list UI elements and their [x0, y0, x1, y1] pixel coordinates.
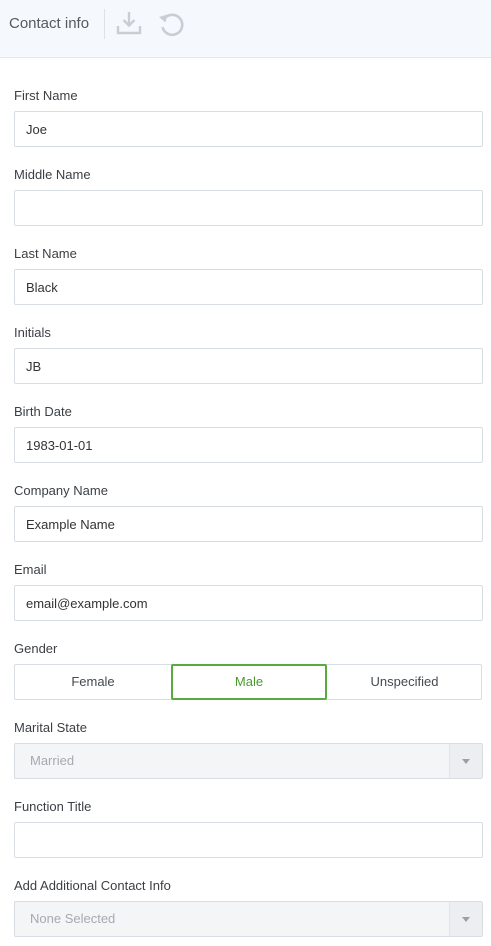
birth-date-label: Birth Date — [14, 404, 72, 419]
additional-contact-info-value: None Selected — [30, 911, 116, 926]
gender-option-unspecified[interactable]: Unspecified — [327, 664, 482, 700]
first-name-input[interactable] — [14, 111, 483, 147]
marital-state-dropdown-button[interactable] — [449, 744, 482, 778]
additional-contact-info-select[interactable]: None Selected — [14, 901, 483, 937]
additional-contact-info-label: Add Additional Contact Info — [14, 878, 171, 893]
header-divider — [104, 9, 105, 39]
birth-date-input[interactable] — [14, 427, 483, 463]
first-name-label: First Name — [14, 88, 78, 103]
function-title-input[interactable] — [14, 822, 483, 858]
caret-down-icon — [462, 759, 470, 764]
marital-state-label: Marital State — [14, 720, 87, 735]
initials-input[interactable] — [14, 348, 483, 384]
last-name-label: Last Name — [14, 246, 77, 261]
marital-state-value: Married — [30, 753, 75, 768]
function-title-label: Function Title — [14, 799, 92, 814]
last-name-input[interactable] — [14, 269, 483, 305]
company-name-label: Company Name — [14, 483, 108, 498]
email-input[interactable] — [14, 585, 483, 621]
gender-toggle-group: Female Male Unspecified — [14, 664, 482, 700]
gender-label: Gender — [14, 641, 58, 656]
initials-label: Initials — [14, 325, 51, 340]
panel-title: Contact info — [9, 15, 90, 32]
download-icon[interactable] — [114, 8, 144, 38]
undo-icon[interactable] — [156, 8, 186, 38]
caret-down-icon — [462, 917, 470, 922]
middle-name-input[interactable] — [14, 190, 483, 226]
company-name-input[interactable] — [14, 506, 483, 542]
gender-option-female[interactable]: Female — [15, 664, 171, 700]
additional-contact-info-dropdown-button[interactable] — [449, 902, 482, 936]
marital-state-select[interactable]: Married — [14, 743, 483, 779]
gender-option-male[interactable]: Male — [171, 664, 327, 700]
panel-header: Contact info — [0, 0, 491, 58]
middle-name-label: Middle Name — [14, 167, 91, 182]
email-label: Email — [14, 562, 47, 577]
